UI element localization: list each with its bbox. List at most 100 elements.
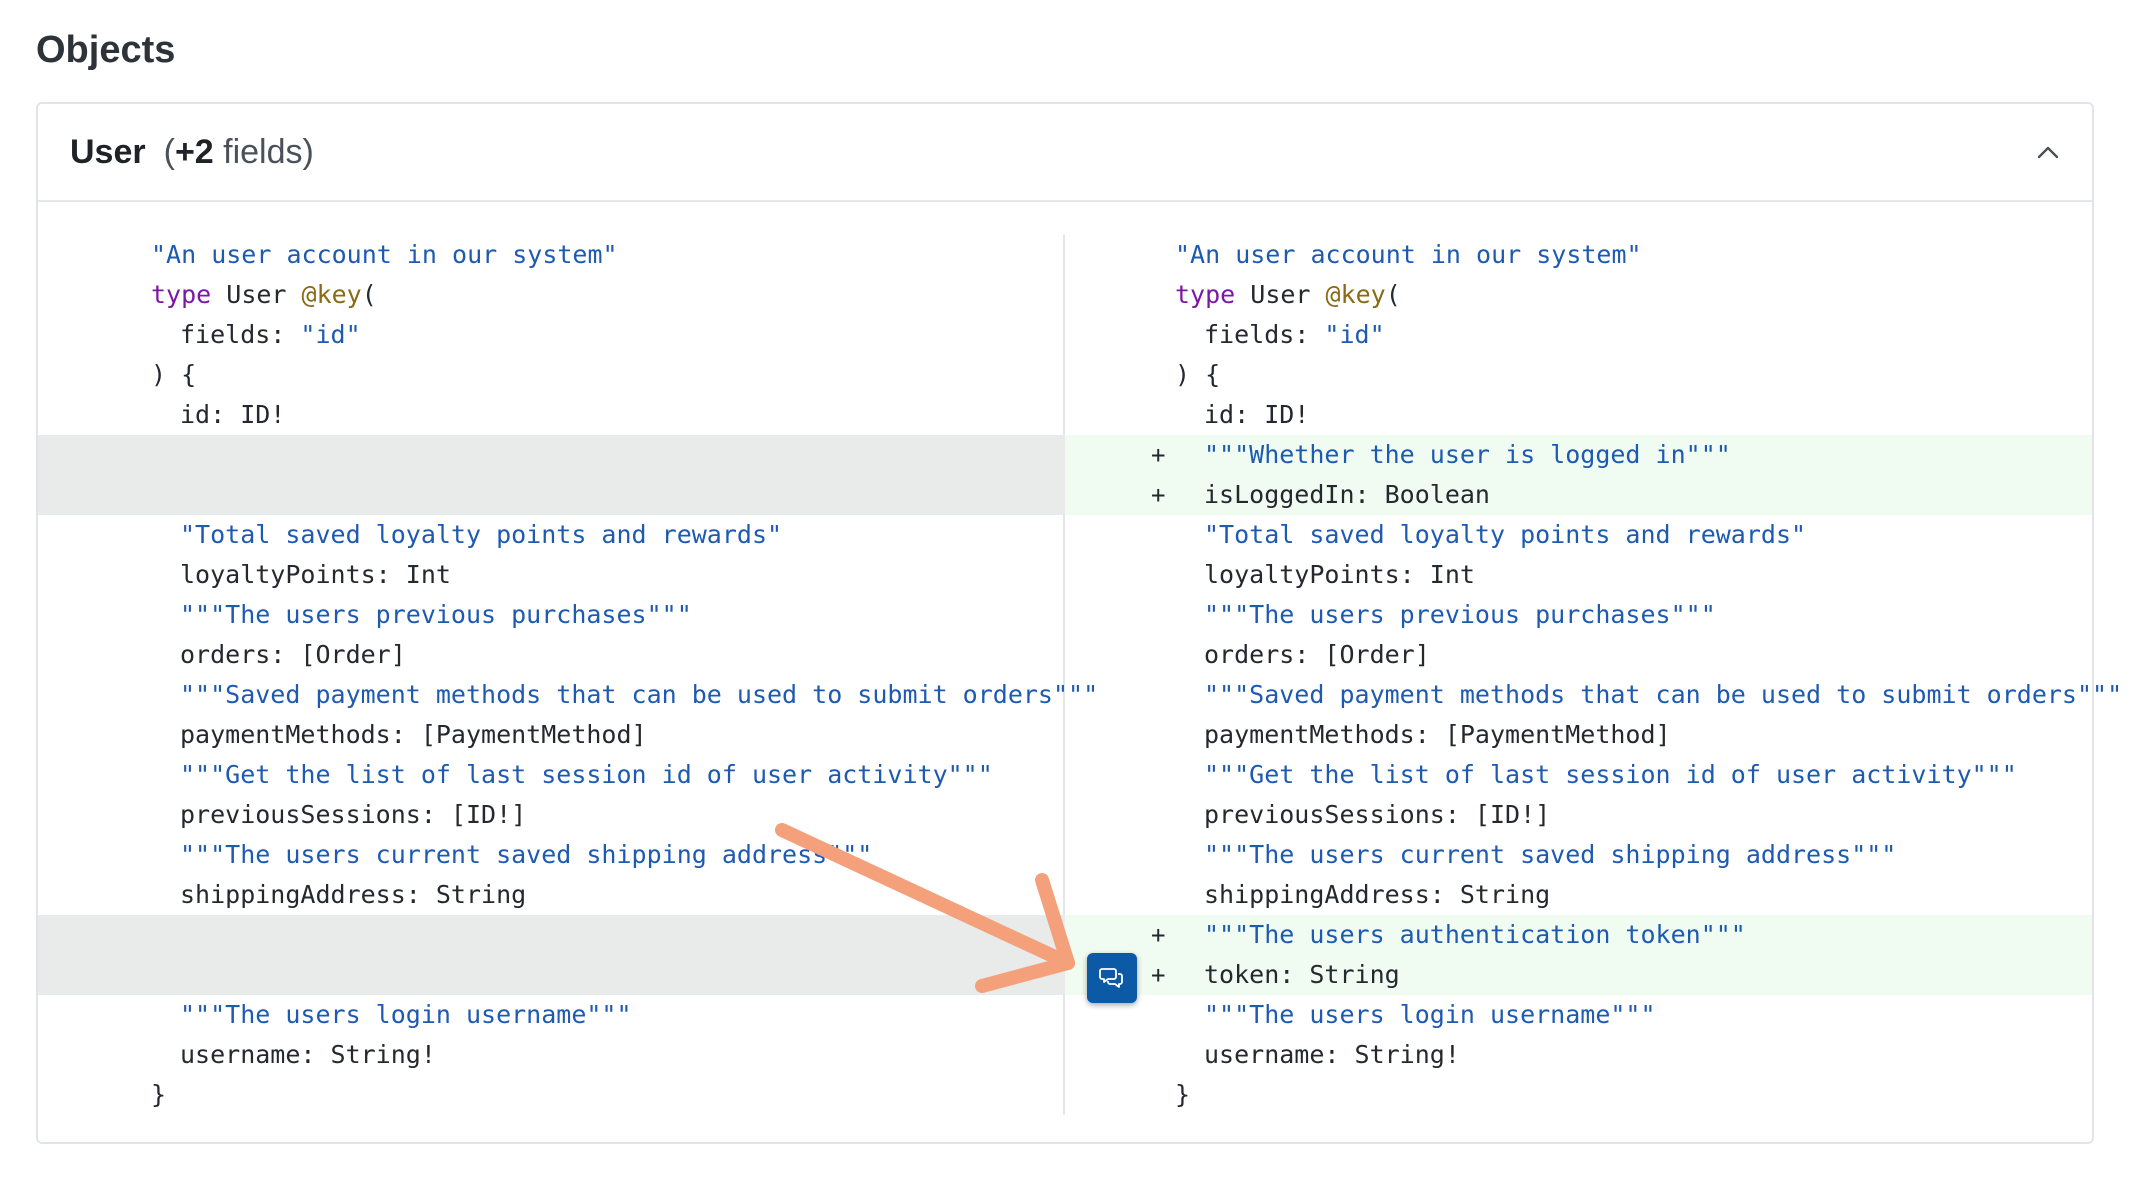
code-token: User xyxy=(1235,280,1326,309)
code-token: fields: xyxy=(180,320,301,349)
diff-line-empty xyxy=(38,915,1065,955)
diff-line: ) { xyxy=(38,355,1063,395)
code-token: "Total saved loyalty points and rewards" xyxy=(180,520,783,549)
code-token: loyaltyPoints: Int xyxy=(180,560,451,589)
code-text: type User @key( xyxy=(151,275,377,315)
code-token: """Saved payment methods that can be use… xyxy=(180,680,1099,709)
code-token: "id" xyxy=(300,320,361,349)
diff-line-added: + """The users authentication token""" xyxy=(1065,915,2092,955)
diff-line-empty xyxy=(38,435,1065,475)
diff-line: "Total saved loyalty points and rewards" xyxy=(1065,515,2092,555)
code-token: username: String! xyxy=(1204,1040,1460,1069)
code-token: """Get the list of last session id of us… xyxy=(1204,760,2017,789)
code-text: id: ID! xyxy=(151,395,285,435)
code-token: shippingAddress: String xyxy=(180,880,527,909)
code-text: """The users login username""" xyxy=(1175,995,1656,1035)
diff-line: """The users login username""" xyxy=(1065,995,2092,1035)
code-text: """The users previous purchases""" xyxy=(1175,595,1716,635)
section-title: Objects xyxy=(36,29,176,71)
code-text: shippingAddress: String xyxy=(1175,875,1550,915)
diff-line: } xyxy=(1065,1075,2092,1115)
add-comment-button[interactable] xyxy=(1087,953,1137,1003)
code-text: """The users current saved shipping addr… xyxy=(151,835,872,875)
diff-pane-after: "An user account in our system" type User… xyxy=(1065,235,2122,1121)
diff-line: username: String! xyxy=(38,1035,1063,1075)
diff-line: "Total saved loyalty points and rewards" xyxy=(38,515,1063,555)
code-token: ) { xyxy=(1175,360,1221,389)
code-token: """The users login username""" xyxy=(1204,1000,1656,1029)
diff-line: previousSessions: [ID!] xyxy=(1065,795,2092,835)
code-text: """The users current saved shipping addr… xyxy=(1175,835,1896,875)
diff-pane-before: "An user account in our system" type User… xyxy=(38,235,1098,1115)
code-token: "An user account in our system" xyxy=(151,240,618,269)
diff-line: """The users previous purchases""" xyxy=(38,595,1063,635)
code-token: paymentMethods: [PaymentMethod] xyxy=(180,720,647,749)
code-text: } xyxy=(1175,1075,1190,1115)
code-token: paymentMethods: [PaymentMethod] xyxy=(1204,720,1671,749)
collapse-button[interactable] xyxy=(2030,134,2066,170)
diff-line: paymentMethods: [PaymentMethod] xyxy=(1065,715,2092,755)
diff-line: fields: "id" xyxy=(1065,315,2092,355)
code-token: "Total saved loyalty points and rewards" xyxy=(1204,520,1807,549)
code-text: username: String! xyxy=(151,1035,436,1075)
diff-line-empty xyxy=(38,475,1065,515)
diff-line-added: + """Whether the user is logged in""" xyxy=(1065,435,2092,475)
diff-line: """The users current saved shipping addr… xyxy=(1065,835,2092,875)
code-token: """Whether the user is logged in""" xyxy=(1204,440,1731,469)
code-token: """Get the list of last session id of us… xyxy=(180,760,993,789)
diff-add-marker: + xyxy=(1151,481,1166,509)
diff-line: """The users login username""" xyxy=(38,995,1063,1035)
code-text: type User @key( xyxy=(1175,275,1401,315)
code-token: previousSessions: [ID!] xyxy=(180,800,527,829)
code-text: loyaltyPoints: Int xyxy=(151,555,451,595)
diff-line: } xyxy=(38,1075,1063,1115)
code-text: """Whether the user is logged in""" xyxy=(1175,435,1731,475)
code-token: @key xyxy=(301,280,362,309)
diff-add-marker: + xyxy=(1151,441,1166,469)
code-text: """The users authentication token""" xyxy=(1175,915,1746,955)
code-token: """The users current saved shipping addr… xyxy=(1204,840,1897,869)
diff-line: previousSessions: [ID!] xyxy=(38,795,1063,835)
diff-line: orders: [Order] xyxy=(38,635,1063,675)
diff-line: "An user account in our system" xyxy=(38,235,1063,275)
code-text: ) { xyxy=(151,355,196,395)
code-token: previousSessions: [ID!] xyxy=(1204,800,1551,829)
code-text: loyaltyPoints: Int xyxy=(1175,555,1475,595)
code-text: "Total saved loyalty points and rewards" xyxy=(151,515,782,555)
code-text: token: String xyxy=(1175,955,1400,995)
code-text: fields: "id" xyxy=(1175,315,1385,355)
diff-line-added: + token: String xyxy=(1065,955,2092,995)
field-count-suffix: fields) xyxy=(213,132,314,171)
code-token: type xyxy=(151,280,212,309)
code-token: """Saved payment methods that can be use… xyxy=(1204,680,2123,709)
type-name: User xyxy=(70,132,146,171)
diff-line: """The users previous purchases""" xyxy=(1065,595,2092,635)
code-text: """Saved payment methods that can be use… xyxy=(151,675,1098,715)
diff-line: loyaltyPoints: Int xyxy=(38,555,1063,595)
code-token: id: ID! xyxy=(1204,400,1310,429)
diff-line: paymentMethods: [PaymentMethod] xyxy=(38,715,1063,755)
code-token: fields: xyxy=(1204,320,1325,349)
code-token: id: ID! xyxy=(180,400,286,429)
diff-line: """Saved payment methods that can be use… xyxy=(38,675,1098,715)
code-text: "An user account in our system" xyxy=(151,235,618,275)
code-text: shippingAddress: String xyxy=(151,875,526,915)
code-text: """Get the list of last session id of us… xyxy=(151,755,993,795)
code-text: previousSessions: [ID!] xyxy=(1175,795,1550,835)
code-text: """Saved payment methods that can be use… xyxy=(1175,675,2122,715)
code-token: username: String! xyxy=(180,1040,436,1069)
code-text: paymentMethods: [PaymentMethod] xyxy=(151,715,647,755)
code-token: User xyxy=(211,280,302,309)
field-count-value: +2 xyxy=(174,132,214,171)
code-text: orders: [Order] xyxy=(151,635,406,675)
field-count: (+2 fields) xyxy=(164,133,314,172)
code-text: """The users login username""" xyxy=(151,995,632,1035)
diff-line: """Saved payment methods that can be use… xyxy=(1065,675,2122,715)
diff-line: fields: "id" xyxy=(38,315,1063,355)
card-header[interactable]: User (+2 fields) xyxy=(38,104,2092,202)
code-text: fields: "id" xyxy=(151,315,361,355)
code-text: paymentMethods: [PaymentMethod] xyxy=(1175,715,1671,755)
diff-line: """The users current saved shipping addr… xyxy=(38,835,1063,875)
code-text: ) { xyxy=(1175,355,1220,395)
code-token: """The users authentication token""" xyxy=(1204,920,1746,949)
